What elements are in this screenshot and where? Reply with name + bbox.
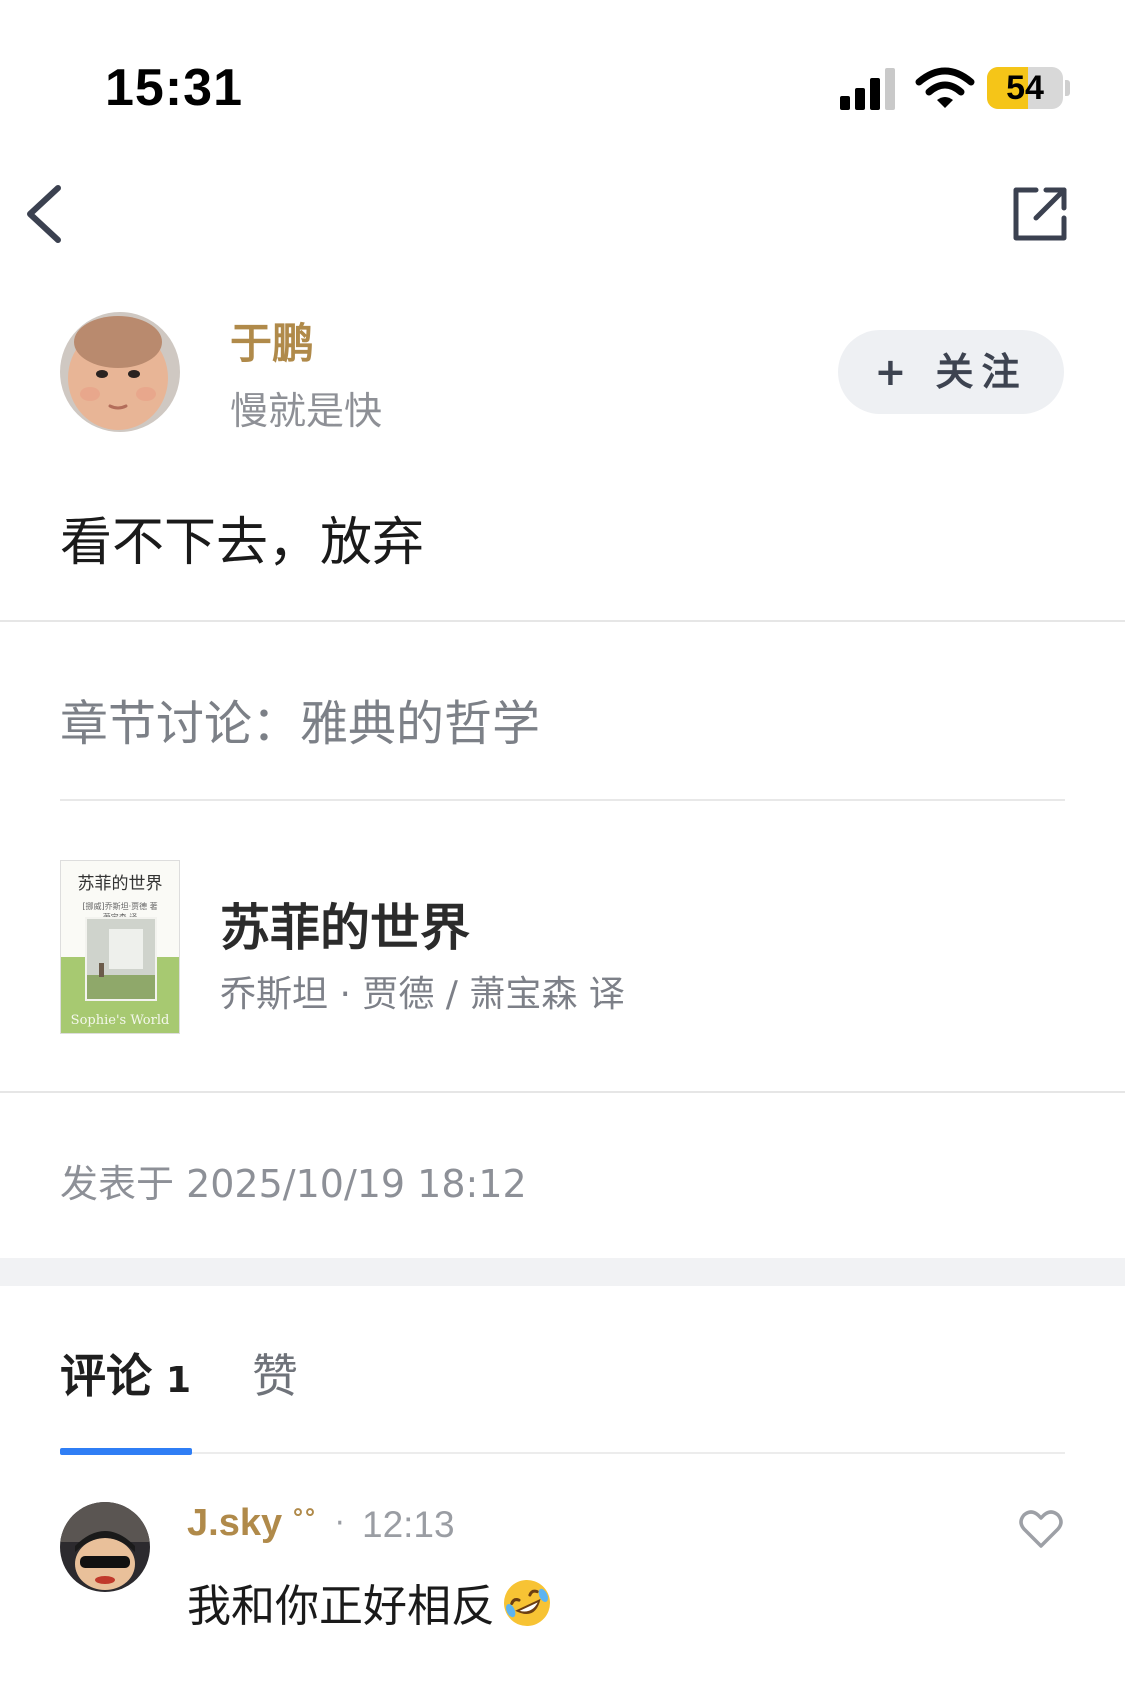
tab-likes[interactable]: 赞 [252,1340,298,1406]
cover-title: 苏菲的世界 [77,874,163,894]
author-header: 于鹏 慢就是快 + 关注 [0,310,1125,440]
cover-author-line: [挪威]乔斯坦·贾德 著 [82,902,158,911]
divider [60,799,1065,801]
author-name[interactable]: 于鹏 [230,310,314,371]
back-button[interactable] [20,182,70,246]
status-bar: 15:31 54 [0,0,1125,150]
share-button[interactable] [1010,184,1070,244]
commenter-badge: °° [292,1504,316,1532]
tab-comments-label: 评论 [60,1349,152,1403]
cartoon-avatar-icon [60,1502,150,1592]
comment-text-row: 我和你正好相反 [187,1570,553,1634]
posted-timestamp: 发表于 2025/10/19 18:12 [60,1162,527,1206]
book-title: 苏菲的世界 [220,898,470,957]
tab-comments[interactable]: 评论 1 [60,1340,191,1406]
commenter-name[interactable]: J.sky [187,1502,282,1545]
cover-scene-icon [87,919,155,999]
comment-text: 我和你正好相反 [187,1581,495,1632]
tab-comments-count: 1 [166,1360,192,1401]
cover-english-title: Sophie's World [70,1013,170,1028]
follow-button[interactable]: + 关注 [838,330,1064,414]
cover-photo [85,917,157,1001]
nav-bar [0,170,1125,260]
divider [0,620,1125,622]
external-share-icon [1013,187,1067,241]
wifi-icon [915,67,975,108]
like-comment-button[interactable] [1018,1508,1064,1550]
comment-time: 12:13 [362,1504,455,1545]
cellular-signal-icon [840,68,895,110]
comment-item: J.sky °° · 12:13 我和你正好相反 [0,1500,1125,1650]
battery-indicator: 54 [987,67,1070,109]
divider [0,1091,1125,1093]
battery-tip [1065,80,1070,96]
tabs-divider [60,1452,1065,1454]
active-tab-indicator [60,1448,192,1455]
section-gap [0,1258,1125,1286]
book-card[interactable]: 苏菲的世界 [挪威]乔斯坦·贾德 著 萧宝森 译 Sophie's World … [0,860,1125,1035]
author-signature: 慢就是快 [230,389,383,433]
commenter-avatar[interactable] [60,1502,150,1592]
baby-avatar-icon [60,312,180,432]
comment-tabs: 评论 1 赞 [0,1340,1125,1456]
battery-body: 54 [987,67,1063,109]
meta-separator: · [335,1506,345,1541]
battery-percent: 54 [1006,69,1044,107]
chevron-left-icon [27,185,61,243]
rolling-laughing-emoji-icon [504,1580,550,1626]
heart-outline-icon [1019,1510,1063,1548]
author-avatar[interactable] [60,312,180,432]
book-author: 乔斯坦 · 贾德 / 萧宝森 译 [220,974,625,1015]
book-cover: 苏菲的世界 [挪威]乔斯坦·贾德 著 萧宝森 译 Sophie's World [60,860,180,1034]
status-time: 15:31 [105,59,243,117]
post-content: 看不下去，放弃 [60,513,425,573]
chapter-discussion-link[interactable]: 章节讨论：雅典的哲学 [60,684,540,754]
